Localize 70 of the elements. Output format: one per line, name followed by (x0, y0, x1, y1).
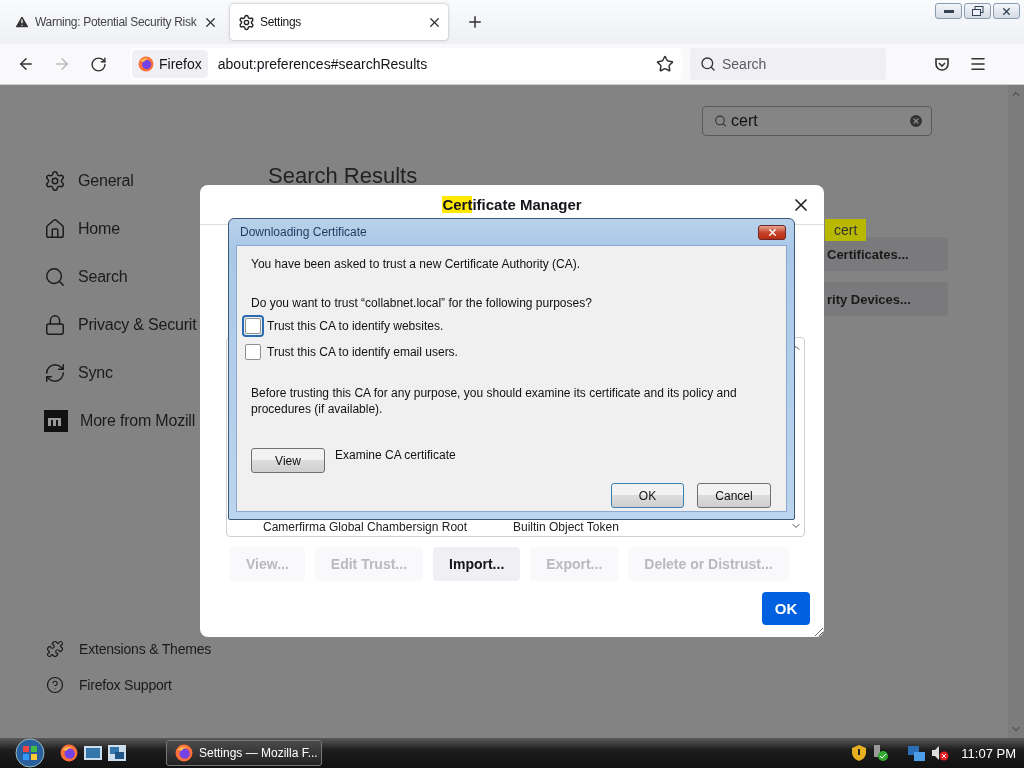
minimize-icon (943, 9, 954, 13)
restore-icon (971, 6, 984, 16)
puzzle-icon (46, 640, 64, 658)
volume-muted-icon[interactable] (931, 745, 950, 761)
dialog-button[interactable]: Import... (433, 547, 521, 581)
desktop-icon[interactable] (84, 746, 102, 760)
search-icon (714, 114, 727, 128)
sidebar-item[interactable]: More from Mozill (44, 403, 196, 439)
intro-text: You have been asked to trust a new Certificate Authority (CA). (251, 256, 581, 272)
view-button[interactable]: View (251, 448, 325, 473)
sidebar-link[interactable]: Extensions & Themes (44, 631, 212, 667)
sidebar-item[interactable]: Privacy & Securit (44, 307, 197, 343)
new-tab-icon[interactable] (466, 13, 484, 31)
taskbar-button[interactable]: Settings — Mozilla F... (166, 740, 322, 766)
table-cell: Builtin Object Token (513, 520, 619, 534)
close-button[interactable] (758, 224, 786, 240)
sidebar-item[interactable]: Search (44, 259, 128, 295)
menu-icon (969, 55, 987, 73)
settings-icon (238, 13, 255, 31)
browser-tab[interactable]: Warning: Potential Security Risk (6, 4, 224, 40)
question-text: Do you want to trust “collabnet.local” for the following purposes? (251, 295, 592, 311)
pocket-icon (934, 56, 950, 72)
checkbox-label: Trust this CA to identify websites. (267, 319, 444, 333)
sidebar-item[interactable]: Home (44, 211, 120, 247)
settings-icon (44, 170, 66, 192)
identity-box[interactable]: Firefox (132, 50, 208, 78)
address-bar[interactable]: Firefox about:preferences#searchResults (130, 48, 682, 80)
lock-icon (44, 314, 66, 336)
ok-button[interactable]: OK (611, 483, 684, 508)
note-text: Before trusting this CA for any purpose, you should examine its certificate and its policy and procedures (if available). (251, 385, 738, 417)
forward-icon (53, 55, 71, 73)
device-check-icon[interactable] (872, 745, 889, 761)
bookmark-star-icon[interactable] (656, 55, 674, 73)
ok-button[interactable]: OK (762, 592, 810, 625)
view-caption: Examine CA certificate (335, 448, 456, 462)
warning-icon (14, 14, 30, 30)
minimize-button[interactable] (935, 3, 962, 19)
table-cell-text: Camerfirma Global Chambersign Root (263, 520, 469, 534)
firefox-icon (60, 744, 78, 762)
search-field[interactable]: cert (702, 106, 932, 136)
search-icon (44, 266, 66, 288)
search-icon (700, 56, 716, 72)
clock[interactable]: 11:07 PM (961, 745, 1016, 761)
close-icon (766, 226, 778, 238)
search-field[interactable]: Search (690, 48, 886, 80)
back-icon (17, 55, 35, 73)
sidebar-item[interactable]: General (44, 163, 134, 199)
restore-button[interactable] (964, 3, 991, 19)
firefox-icon (138, 56, 154, 72)
home-icon (44, 218, 66, 240)
checkbox-label: Trust this CA to identify email users. (267, 345, 458, 359)
help-icon (46, 676, 64, 694)
dialog-title: Downloading Certificate (240, 225, 367, 239)
checkbox[interactable] (245, 344, 261, 360)
network-icon[interactable] (908, 745, 926, 761)
sync-icon (44, 362, 66, 384)
match-tooltip: cert (825, 219, 867, 241)
reload-icon (89, 55, 107, 73)
window-switch-icon[interactable] (108, 745, 126, 761)
cancel-button[interactable]: Cancel (697, 483, 771, 508)
logo-icon (44, 410, 68, 432)
close-button[interactable] (993, 3, 1020, 19)
resize-grip-icon[interactable] (814, 627, 824, 637)
browser-tab[interactable]: Settings (230, 4, 448, 40)
close-icon (1001, 5, 1012, 17)
page-heading: Search Results (268, 163, 418, 189)
firefox-icon (175, 744, 193, 762)
sidebar-item[interactable]: Sync (44, 355, 113, 391)
shield-icon[interactable] (852, 745, 867, 761)
sidebar-link[interactable]: Firefox Support (44, 667, 172, 703)
